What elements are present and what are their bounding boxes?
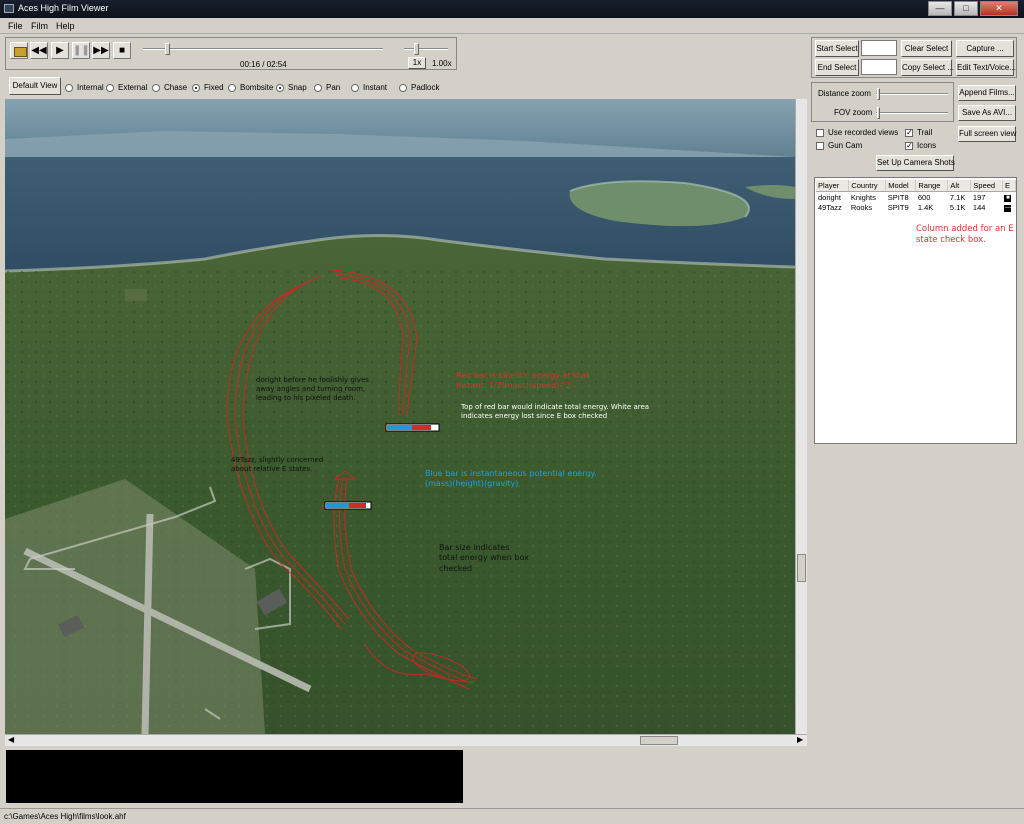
col-alt[interactable]: Alt — [947, 180, 972, 192]
set-up-camera-shots-button[interactable]: Set Up Camera Shots — [876, 155, 955, 171]
playback-panel: ◀◀ ▶ ❚❚ ▶▶ ■ 00:16 / 02:54 1x 1.00x — [5, 37, 457, 70]
distance-zoom-thumb[interactable] — [877, 88, 880, 100]
annotation-column-note: Column added for an E state check box. — [916, 224, 1014, 246]
trail-checkbox[interactable]: ✓ Trail — [905, 128, 932, 137]
fov-zoom-thumb[interactable] — [877, 107, 880, 119]
start-select-field[interactable] — [861, 40, 897, 56]
timeline-thumb[interactable] — [165, 43, 170, 55]
annotation-top-red: Top of red bar would indicate total ener… — [461, 403, 650, 421]
table-row[interactable]: 49Tazz Rooks SPIT9 1.4K 5.1K 144 — — [816, 202, 1016, 212]
scroll-right-arrow[interactable]: ▶ — [797, 735, 803, 744]
icons-checkbox[interactable]: ✓ Icons — [905, 141, 936, 150]
default-view-button[interactable]: Default View — [9, 77, 61, 95]
zoom-panel: Distance zoom FOV zoom — [811, 82, 954, 122]
col-range[interactable]: Range — [915, 180, 949, 192]
append-films-button[interactable]: Append Films... — [958, 85, 1016, 101]
pause-button[interactable]: ❚❚ — [72, 42, 90, 59]
timeline-track[interactable] — [143, 48, 383, 50]
file-path: c:\Games\Aces High\films\look.ahf — [4, 812, 126, 821]
capture-button[interactable]: Capture ... — [956, 40, 1014, 57]
col-country[interactable]: Country — [848, 180, 887, 192]
stop-button[interactable]: ■ — [113, 42, 131, 59]
table-row[interactable]: doright Knights SPIT8 600 7.1K 197 ■ — [816, 192, 1016, 202]
speed-thumb[interactable] — [414, 43, 419, 55]
use-recorded-views-checkbox[interactable]: Use recorded views — [816, 128, 898, 137]
menu-bar: File Film Help — [0, 18, 1024, 34]
speed-track[interactable] — [404, 48, 448, 50]
col-model[interactable]: Model — [885, 180, 917, 192]
radio-pan[interactable]: Pan — [314, 83, 340, 92]
scene-canvas — [5, 99, 795, 734]
menu-file[interactable]: File — [8, 21, 23, 31]
vertical-scroll-thumb[interactable] — [797, 554, 806, 582]
e-state-checkbox: ■ — [1004, 195, 1012, 202]
title-bar: Aces High Film Viewer — □ ✕ — [0, 0, 1024, 18]
distance-zoom-label: Distance zoom — [818, 89, 871, 98]
minimize-button[interactable]: — — [928, 1, 952, 16]
close-button[interactable]: ✕ — [980, 1, 1018, 16]
distance-zoom-track[interactable] — [876, 93, 948, 95]
scroll-left-arrow[interactable]: ◀ — [8, 735, 14, 744]
annotation-bar-size: Bar size indicates total energy when box… — [439, 543, 529, 573]
energy-bar-doright — [385, 423, 440, 432]
fast-forward-button[interactable]: ▶▶ — [92, 42, 110, 59]
radio-external[interactable]: External — [106, 83, 147, 92]
time-readout: 00:16 / 02:54 — [240, 60, 287, 69]
full-screen-view-button[interactable]: Full screen view — [958, 126, 1016, 142]
selection-panel: Start Select Clear Select Capture ... En… — [811, 37, 1017, 78]
start-select-button[interactable]: Start Select — [815, 40, 859, 57]
annotation-tazz: 49Tazz, slightly concerned about relativ… — [231, 456, 324, 474]
app-icon — [4, 4, 14, 13]
viewport-horizontal-scrollbar[interactable]: ◀ ▶ — [5, 734, 807, 746]
gun-cam-checkbox[interactable]: Gun Cam — [816, 141, 862, 150]
copy-select-button[interactable]: Copy Select ... — [901, 59, 954, 76]
open-film-button[interactable] — [10, 42, 28, 59]
radio-chase[interactable]: Chase — [152, 83, 187, 92]
play-button[interactable]: ▶ — [51, 42, 69, 59]
viewport-vertical-scrollbar[interactable] — [795, 99, 807, 734]
end-select-field[interactable] — [861, 59, 897, 75]
fov-zoom-label: FOV zoom — [834, 108, 873, 117]
radio-fixed[interactable]: Fixed — [192, 83, 224, 92]
maximize-button[interactable]: □ — [954, 1, 978, 16]
speed-value: 1.00x — [432, 59, 452, 68]
rewind-button[interactable]: ◀◀ — [30, 42, 48, 59]
status-bar: c:\Games\Aces High\films\look.ahf — [0, 808, 1024, 824]
clear-select-button[interactable]: Clear Select — [901, 40, 952, 57]
annotation-doright: doright before he foolishly gives away a… — [256, 376, 369, 403]
player-list[interactable] — [814, 177, 1017, 444]
radio-bombsite[interactable]: Bombsite — [228, 83, 273, 92]
text-voice-area — [6, 750, 463, 803]
fov-zoom-track[interactable] — [876, 112, 948, 114]
save-as-avi-button[interactable]: Save As AVI... — [958, 105, 1016, 121]
col-e[interactable]: E — [1002, 180, 1017, 192]
col-speed[interactable]: Speed — [970, 180, 1003, 192]
annotation-red-bar: Red bar is kinectic energy at that insta… — [456, 371, 590, 391]
end-select-button[interactable]: End Select — [815, 59, 859, 76]
menu-help[interactable]: Help — [56, 21, 75, 31]
speed-1x-button[interactable]: 1x — [408, 57, 426, 69]
col-player[interactable]: Player — [816, 180, 850, 192]
energy-bar-tazz — [324, 501, 372, 510]
radio-snap[interactable]: Snap — [276, 83, 307, 92]
annotation-blue-bar: Blue bar is instantaneous potential ener… — [425, 469, 597, 489]
menu-film[interactable]: Film — [31, 21, 48, 31]
window-title: Aces High Film Viewer — [18, 3, 109, 13]
radio-internal[interactable]: Internal — [65, 83, 104, 92]
film-viewport[interactable]: doright before he foolishly gives away a… — [5, 99, 795, 734]
horizontal-scroll-thumb[interactable] — [640, 736, 678, 745]
player-table: Player Country Model Range Alt Speed E d… — [816, 180, 1017, 212]
edit-text-voice-button[interactable]: Edit Text/Voice... — [956, 59, 1016, 76]
radio-padlock[interactable]: Padlock — [399, 83, 439, 92]
radio-instant[interactable]: Instant — [351, 83, 387, 92]
e-state-checkbox: — — [1004, 205, 1012, 212]
